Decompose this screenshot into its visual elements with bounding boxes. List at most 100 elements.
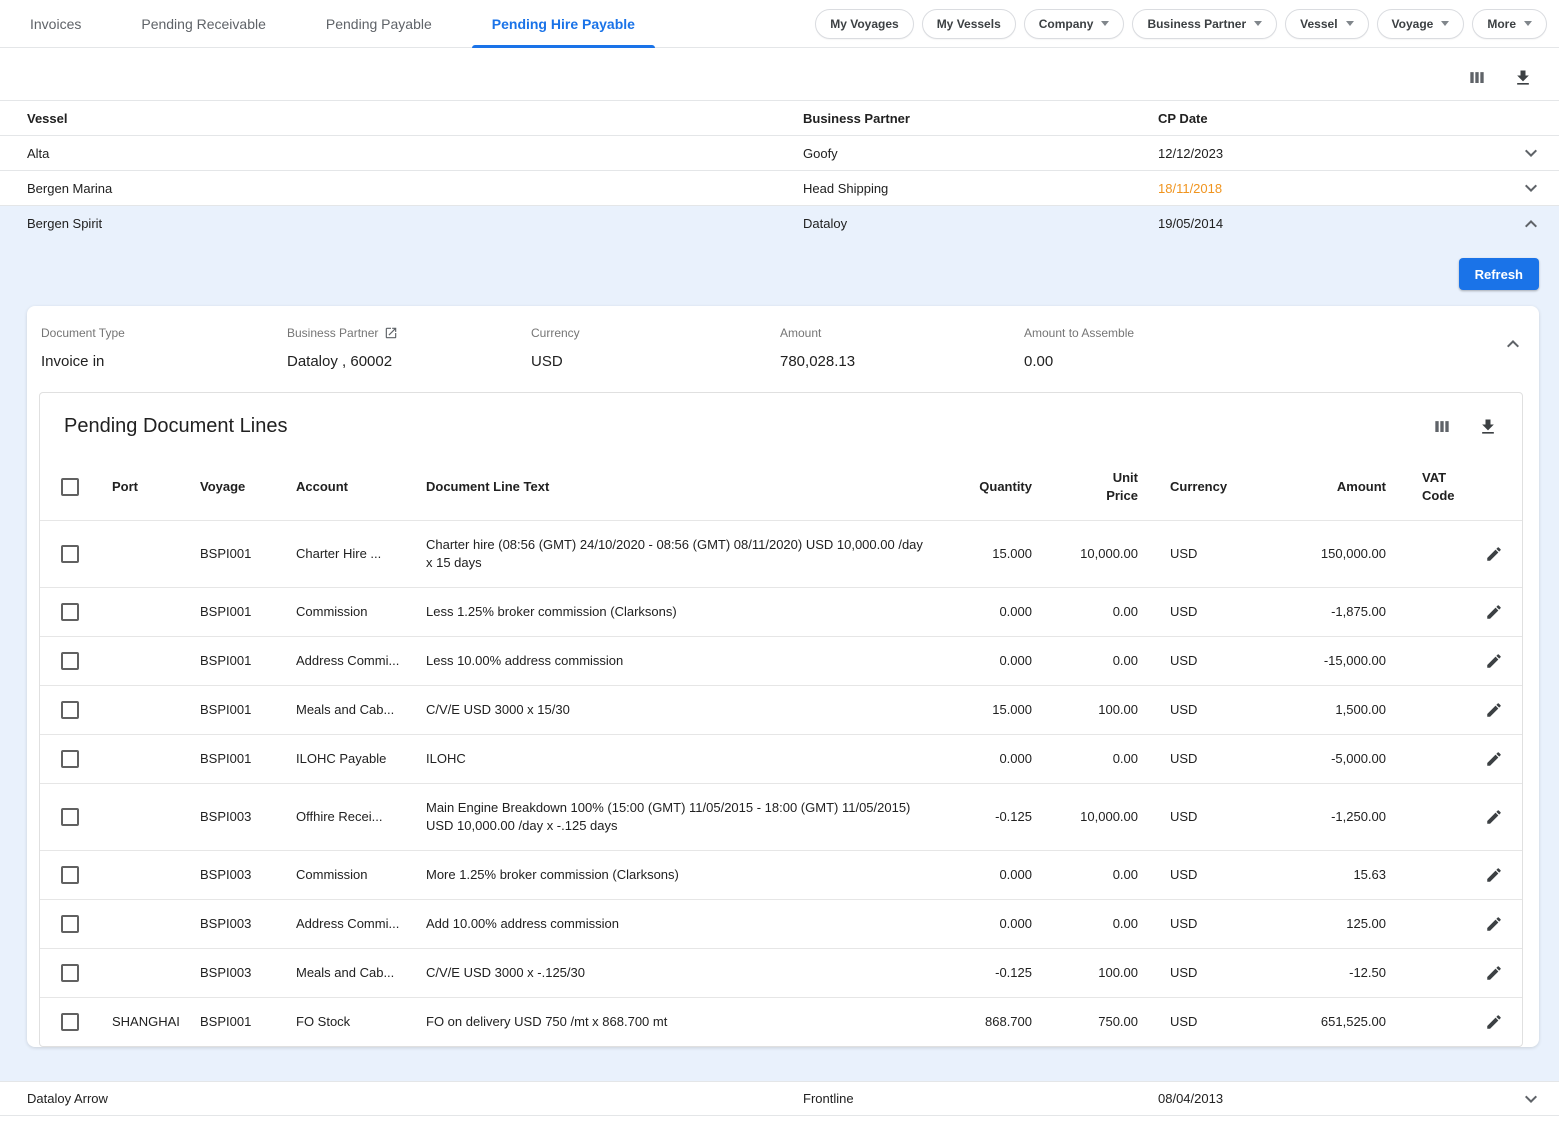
cell-currency: USD [1146,998,1242,1046]
cell-quantity: -0.125 [936,949,1040,997]
chevron-down-icon[interactable] [1519,1087,1543,1111]
filter-label: My Vessels [937,17,1001,31]
edit-pencil-icon[interactable] [1466,793,1522,841]
cell-account: Meals and Cab... [288,949,418,997]
top-navigation-bar: Invoices Pending Receivable Pending Paya… [0,0,1559,48]
business-partner-value: Dataloy , 60002 [287,353,531,370]
cell-port [100,695,192,725]
cell-voyage: BSPI003 [192,949,288,997]
cell-quantity: 0.000 [936,900,1040,948]
row-checkbox[interactable] [61,808,79,826]
chevron-up-icon[interactable] [1519,212,1543,236]
edit-pencil-icon[interactable] [1466,998,1522,1046]
edit-pencil-icon[interactable] [1466,686,1522,734]
download-icon[interactable] [1478,417,1498,437]
cell-account: Commission [288,851,418,899]
cell-vat-code [1394,958,1466,988]
view-columns-icon[interactable] [1432,417,1452,437]
cell-currency: USD [1146,588,1242,636]
cell-amount: -15,000.00 [1242,637,1394,685]
row-checkbox[interactable] [61,750,79,768]
open-in-new-icon[interactable] [384,326,398,340]
cell-account: ILOHC Payable [288,735,418,783]
select-all-checkbox[interactable] [61,478,79,496]
cell-vat-code [1394,802,1466,832]
cell-port: SHANGHAI [100,998,192,1046]
cell-unit-price: 10,000.00 [1040,530,1146,578]
cell-unit-price: 0.00 [1040,900,1146,948]
vessel-row-alta[interactable]: Alta Goofy 12/12/2023 [0,136,1559,171]
cell-quantity: 868.700 [936,998,1040,1046]
filter-more[interactable]: More [1472,9,1547,39]
col-header-vessel: Vessel [27,111,803,126]
cell-quantity: 0.000 [936,588,1040,636]
col-header-amount: Amount [1242,463,1394,511]
document-type-value: Invoice in [41,353,287,370]
filter-company[interactable]: Company [1024,9,1125,39]
row-checkbox[interactable] [61,1013,79,1031]
col-header-business-partner: Business Partner [803,111,1158,126]
cell-vat-code [1394,695,1466,725]
view-columns-icon[interactable] [1467,68,1487,88]
table-row: BSPI001 Meals and Cab... C/V/E USD 3000 … [40,685,1522,734]
filter-business-partner[interactable]: Business Partner [1132,9,1277,39]
cell-unit-price: 0.00 [1040,637,1146,685]
cell-amount: -5,000.00 [1242,735,1394,783]
filter-vessel[interactable]: Vessel [1285,9,1368,39]
cell-voyage: BSPI001 [192,686,288,734]
edit-pencil-icon[interactable] [1466,900,1522,948]
edit-pencil-icon[interactable] [1466,851,1522,899]
chevron-up-icon[interactable] [1501,332,1525,356]
pending-document-lines-card: Pending Document Lines Port Voyage Accou… [39,392,1523,1047]
vessel-name: Bergen Spirit [27,216,803,231]
table-row: BSPI001 Address Commi... Less 10.00% add… [40,636,1522,685]
vessel-row-bergen-marina[interactable]: Bergen Marina Head Shipping 18/11/2018 [0,171,1559,206]
refresh-button[interactable]: Refresh [1459,258,1539,290]
cell-unit-price: 0.00 [1040,851,1146,899]
tab-invoices[interactable]: Invoices [0,0,111,48]
row-checkbox[interactable] [61,545,79,563]
chevron-down-icon[interactable] [1519,141,1543,165]
cell-quantity: 0.000 [936,851,1040,899]
edit-pencil-icon[interactable] [1466,735,1522,783]
vessel-row-bergen-spirit[interactable]: Bergen Spirit Dataloy 19/05/2014 [0,206,1559,241]
cell-vat-code [1394,597,1466,627]
cell-voyage: BSPI001 [192,998,288,1046]
cp-date: 19/05/2014 [1158,216,1503,231]
col-header-account: Account [288,463,418,511]
cell-document-line-text: Add 10.00% address commission [418,900,936,948]
vessel-row-dataloy-arrow[interactable]: Dataloy Arrow Frontline 08/04/2013 [0,1081,1559,1116]
tab-pending-receivable[interactable]: Pending Receivable [111,0,296,48]
tab-pending-payable[interactable]: Pending Payable [296,0,462,48]
row-checkbox[interactable] [61,915,79,933]
lines-title: Pending Document Lines [64,415,287,438]
cell-document-line-text: FO on delivery USD 750 /mt x 868.700 mt [418,998,936,1046]
edit-pencil-icon[interactable] [1466,637,1522,685]
filter-my-voyages[interactable]: My Voyages [815,9,913,39]
filter-voyage[interactable]: Voyage [1377,9,1465,39]
document-card: Document Type Invoice in Business Partne… [27,306,1539,1047]
edit-pencil-icon[interactable] [1466,949,1522,997]
row-checkbox[interactable] [61,603,79,621]
cell-unit-price: 10,000.00 [1040,793,1146,841]
table-toolbar [0,48,1559,100]
row-checkbox[interactable] [61,701,79,719]
download-icon[interactable] [1513,68,1533,88]
cell-vat-code [1394,539,1466,569]
cell-account: Offhire Recei... [288,793,418,841]
row-checkbox[interactable] [61,964,79,982]
row-checkbox[interactable] [61,866,79,884]
cell-quantity: -0.125 [936,793,1040,841]
vessel-name: Bergen Marina [27,181,803,196]
chevron-down-icon[interactable] [1519,176,1543,200]
filter-my-vessels[interactable]: My Vessels [922,9,1016,39]
field-currency: Currency USD [531,326,780,370]
cell-account: Charter Hire ... [288,530,418,578]
cell-currency: USD [1146,900,1242,948]
tab-pending-hire-payable[interactable]: Pending Hire Payable [462,0,665,48]
filter-label: Voyage [1392,17,1434,31]
row-checkbox[interactable] [61,652,79,670]
edit-pencil-icon[interactable] [1466,530,1522,578]
edit-pencil-icon[interactable] [1466,588,1522,636]
col-header-voyage: Voyage [192,463,288,511]
